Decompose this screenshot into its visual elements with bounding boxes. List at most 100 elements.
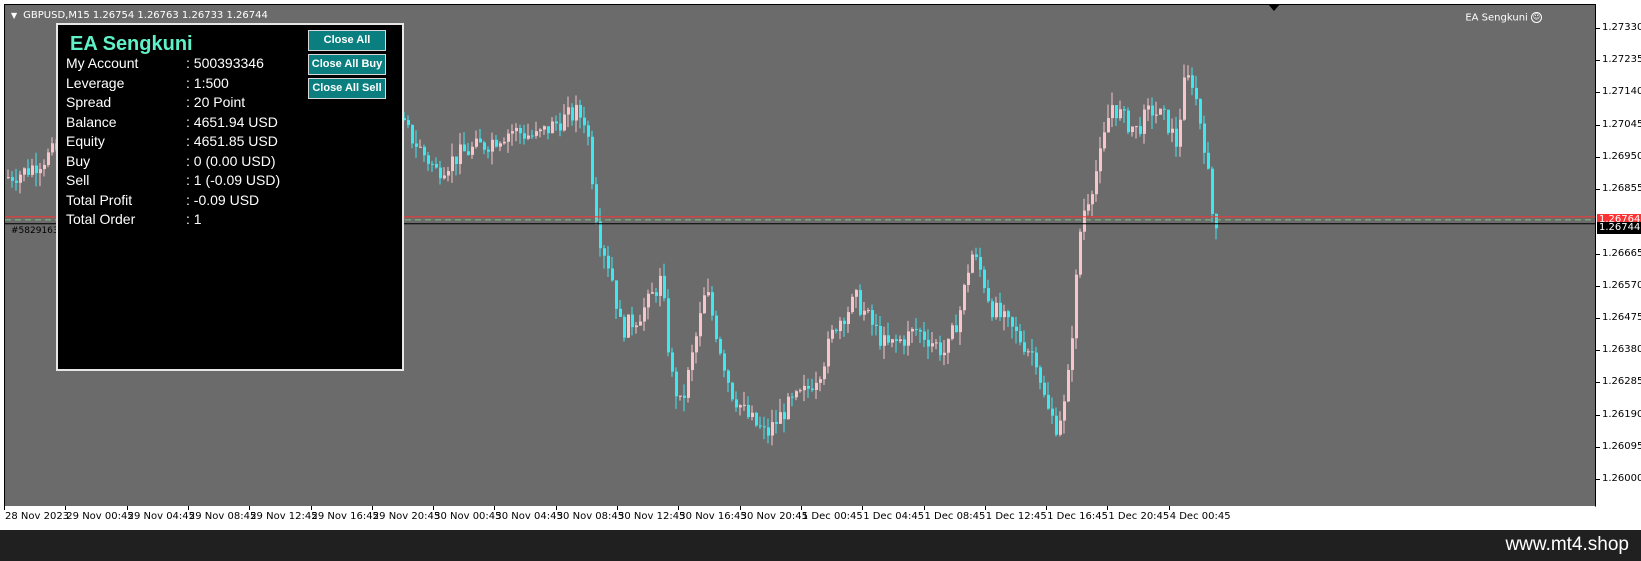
bull-candle <box>695 336 698 353</box>
bull-candle <box>699 313 702 337</box>
bear-candle <box>1175 128 1178 147</box>
time-tickmark <box>249 506 251 510</box>
time-tick-label: 30 Nov 16:45 <box>679 511 747 522</box>
bear-candle <box>619 308 622 317</box>
bear-candle <box>591 136 594 185</box>
bear-candle <box>519 127 522 134</box>
bear-candle <box>1163 108 1166 110</box>
bear-candle <box>547 126 550 134</box>
bull-candle <box>795 391 798 398</box>
chart-shift-marker[interactable] <box>1268 4 1280 11</box>
bull-candle <box>1027 351 1030 353</box>
bear-candle <box>655 292 658 296</box>
time-tickmark <box>126 506 128 510</box>
bull-candle <box>679 395 682 397</box>
chart-window: ▼ GBPUSD,M15 1.26754 1.26763 1.26733 1.26… <box>0 0 1641 530</box>
bear-candle <box>759 425 762 427</box>
bear-candle <box>623 316 626 338</box>
bear-candle <box>615 280 618 309</box>
expert-advisor-name: EA Sengkuni <box>1465 12 1528 24</box>
info-label: Buy <box>66 152 91 169</box>
bear-candle <box>631 314 634 328</box>
bull-candle <box>447 171 450 176</box>
bear-candle <box>599 221 602 249</box>
bear-candle <box>719 339 722 354</box>
bull-candle <box>635 325 638 328</box>
bear-candle <box>1203 123 1206 153</box>
bear-candle <box>523 133 526 139</box>
time-tick-label: 29 Nov 20:45 <box>372 511 441 522</box>
bull-candle <box>1087 204 1090 211</box>
info-row: Spread: 20 Point <box>66 92 245 112</box>
price-tick-label: 1.26000 <box>1602 473 1641 484</box>
chart-menu-triangle-icon[interactable]: ▼ <box>11 11 17 20</box>
bear-candle <box>807 385 810 389</box>
close-all-buy-button[interactable]: Close All Buy <box>308 54 386 75</box>
info-value: : 1 (-0.09 USD) <box>186 172 281 188</box>
price-tickmark <box>1596 60 1600 62</box>
bear-candle <box>1199 99 1202 124</box>
bear-candle <box>1211 168 1214 214</box>
bull-candle <box>815 382 818 390</box>
bear-candle <box>879 325 882 346</box>
close-all-sell-button[interactable]: Close All Sell <box>308 78 386 99</box>
bear-candle <box>1191 75 1194 88</box>
bull-candle <box>1095 171 1098 195</box>
bear-candle <box>887 335 890 343</box>
bull-candle <box>1159 108 1162 115</box>
bear-candle <box>667 298 670 353</box>
bear-candle <box>927 339 930 347</box>
bear-candle <box>767 427 770 436</box>
bull-candle <box>787 396 790 420</box>
bear-candle <box>463 144 466 152</box>
price-tick-label: 1.26570 <box>1602 279 1641 291</box>
info-label: Total Order <box>66 211 136 227</box>
bull-candle <box>1091 194 1094 205</box>
bull-candle <box>899 339 902 341</box>
bear-candle <box>487 149 490 152</box>
bear-candle <box>955 325 958 333</box>
time-tickmark <box>433 506 435 510</box>
time-tick-label: 1 Dec 00:45 <box>801 511 863 522</box>
bear-candle <box>711 292 714 316</box>
time-tickmark <box>555 506 557 510</box>
bear-candle <box>531 135 534 137</box>
bull-candle <box>943 352 946 356</box>
price-tickmark <box>1596 285 1600 287</box>
time-tick-label: 1 Dec 12:45 <box>985 511 1047 522</box>
bear-candle <box>407 120 410 125</box>
bull-candle <box>543 126 546 130</box>
bear-candle <box>1127 110 1130 133</box>
bear-candle <box>35 165 38 174</box>
symbol-quote-line: GBPUSD,M15 1.26754 1.26763 1.26733 1.267… <box>23 10 268 21</box>
bear-candle <box>791 396 794 398</box>
close-all-button[interactable]: Close All <box>308 30 386 51</box>
bull-candle <box>1071 338 1074 370</box>
price-tickmark <box>1596 317 1600 319</box>
price-tickmark <box>1596 479 1600 480</box>
footer-bar: www.mt4.shop <box>0 530 1641 561</box>
bull-candle <box>935 342 938 344</box>
bull-candle <box>959 310 962 333</box>
time-tick-label: 30 Nov 08:45 <box>556 511 625 522</box>
bull-candle <box>491 139 494 152</box>
bear-candle <box>991 301 994 318</box>
price-tickmark <box>1596 156 1600 158</box>
price-tickmark <box>1596 446 1600 448</box>
bull-candle <box>1179 119 1182 147</box>
bull-candle <box>971 254 974 273</box>
bull-candle <box>503 141 506 144</box>
price-tickmark <box>1596 124 1600 126</box>
price-tick-label: 1.26475 <box>1602 311 1641 323</box>
symbol-header: ▼ GBPUSD,M15 1.26754 1.26763 1.26733 1.26… <box>11 10 268 21</box>
bull-candle <box>1147 105 1150 110</box>
bull-candle <box>851 296 854 313</box>
info-label: My Account <box>66 55 139 71</box>
bear-candle <box>747 404 750 417</box>
info-row: Total Profit: -0.09 USD <box>66 190 259 210</box>
ea-info-panel: EA Sengkuni My Account: 500393346 Leverag… <box>56 23 404 371</box>
bull-candle <box>471 146 474 155</box>
info-row: Total Order: 1 <box>66 209 202 229</box>
bull-candle <box>459 144 462 165</box>
bull-candle <box>535 131 538 136</box>
